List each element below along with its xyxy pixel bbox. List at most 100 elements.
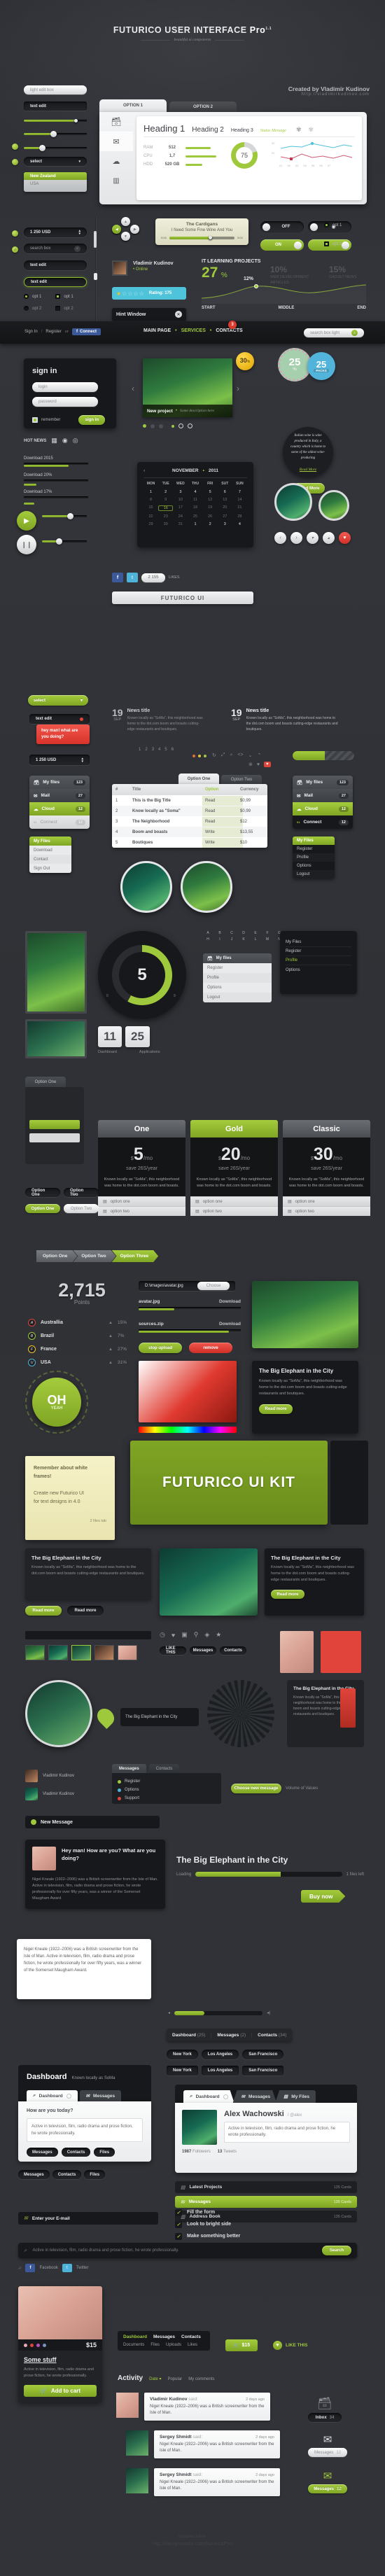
tab-messages[interactable]: ✉ Messages	[79, 2090, 122, 2101]
twitter-icon[interactable]: t	[62, 2264, 72, 2272]
stepper-handle-icon[interactable]	[12, 230, 18, 237]
calendar-day[interactable]: 18	[188, 505, 202, 511]
files-button[interactable]: Files	[94, 2148, 115, 2157]
tab-option-2[interactable]: OPTION 2	[169, 102, 237, 112]
sun-icon[interactable]: ✾	[309, 126, 314, 134]
menu-item-profile[interactable]: Profile	[203, 973, 272, 983]
subtab-likes[interactable]: Likes	[188, 2343, 197, 2347]
rss-icon[interactable]: ▦	[51, 437, 57, 444]
menu-item-connect[interactable]: 01 Connect 12	[29, 816, 90, 829]
filter-popular[interactable]: Popular	[168, 2377, 183, 2381]
points-row[interactable]: B Brazil ▲ 7%	[28, 1329, 133, 1343]
stepper-arrows-icon[interactable]: ▴ ▾	[78, 230, 80, 236]
player-progress[interactable]	[169, 235, 235, 239]
close-icon[interactable]: ✕	[175, 311, 182, 318]
calendar-day[interactable]: 26	[203, 514, 218, 519]
city-tag[interactable]: San Francisco	[242, 2066, 284, 2076]
calendar-day[interactable]: 29	[144, 522, 158, 526]
calendar-prev-icon[interactable]: ‹	[144, 468, 145, 473]
calendar-day[interactable]: 15	[144, 505, 158, 511]
pricing-tab-one[interactable]: Option One	[25, 1077, 66, 1087]
chart-icon[interactable]: ▥	[99, 171, 133, 190]
hint-window[interactable]: Hint Window ✕	[112, 308, 186, 321]
calendar-day[interactable]: 28	[232, 514, 247, 519]
heart-icon[interactable]: ♥	[257, 762, 260, 767]
twitter-icon[interactable]: t	[127, 573, 138, 582]
plan-feature[interactable]: ▤ option two	[190, 1206, 278, 1216]
refresh-icon[interactable]: ↻	[212, 752, 216, 758]
buy-now-button[interactable]: Buy now	[301, 1890, 345, 1903]
calendar-day[interactable]: 7	[232, 490, 247, 494]
col-title[interactable]: Title	[132, 788, 205, 792]
pricing-side-row[interactable]	[29, 1133, 80, 1142]
scrollbar-thumb-1[interactable]	[94, 231, 97, 248]
login-input[interactable]: login	[32, 382, 98, 392]
share-button[interactable]: Messages	[190, 1646, 216, 1655]
currency-stepper-2[interactable]: 1 250 USD ▴ ▾	[29, 755, 90, 765]
calendar-day-selected[interactable]: 16	[158, 505, 174, 511]
swatch[interactable]	[43, 2343, 46, 2347]
dropdown-item[interactable]: My Files	[293, 836, 335, 845]
calendar-day[interactable]: 6	[218, 490, 232, 494]
city-tag[interactable]: Los Angeles	[201, 2050, 239, 2059]
settings-gear-icon[interactable]: ✾	[296, 126, 302, 134]
code-icon[interactable]: <>	[237, 752, 243, 758]
upload-action[interactable]: Download	[219, 1299, 241, 1304]
read-more-button-2[interactable]: Read more	[25, 1606, 62, 1616]
menu-item-mail[interactable]: ✉ Mail 27	[293, 789, 353, 802]
chip-contacts[interactable]: Contacts	[52, 2170, 82, 2179]
city-tag[interactable]: New York	[167, 2050, 198, 2059]
slider-2[interactable]	[24, 131, 87, 137]
plan-feature[interactable]: ▤ option two	[98, 1206, 186, 1216]
list-item[interactable]: ▤ Latest Projects 135 Cards	[175, 2181, 357, 2193]
password-input[interactable]: password	[32, 397, 98, 407]
plan-feature[interactable]: ▤ option one	[98, 1196, 186, 1206]
hue-slider[interactable]	[139, 1427, 237, 1433]
dropdown-item[interactable]: Contact	[29, 855, 71, 864]
tab-dashboard[interactable]: Dashboard (25)	[167, 2032, 212, 2038]
table-row[interactable]: 3 The Neighborhood Read $12	[112, 816, 267, 827]
green-select[interactable]: select ▾	[28, 695, 88, 706]
menu-item-logout[interactable]: Logout	[203, 993, 272, 1002]
search-box[interactable]: search box ⌕	[24, 244, 87, 253]
select-dropdown[interactable]: select ▾	[24, 157, 87, 166]
dropdown-item[interactable]: My Files	[29, 836, 71, 846]
calendar-day[interactable]: 27	[218, 514, 232, 519]
nav-panel-item[interactable]: Options	[118, 1786, 216, 1794]
dashboard-reply[interactable]: Active in television, film, radio drama …	[27, 2118, 143, 2142]
remove-button[interactable]: remove	[189, 1343, 232, 1353]
calendar-day[interactable]: 24	[173, 514, 188, 519]
dropdown-item[interactable]: Sign Out	[29, 864, 71, 873]
mini-nav-messages[interactable]: Messages	[112, 1764, 146, 1773]
checklist-item[interactable]: ✓ Fill the form	[175, 2206, 240, 2218]
breadcrumb-step-2[interactable]: Option Two	[73, 1250, 115, 1262]
thumbnail[interactable]	[48, 1645, 68, 1660]
chevron-up-icon[interactable]: ⌃	[257, 752, 261, 758]
dropdown-item[interactable]: Profile	[293, 853, 335, 862]
menu-item-cloud[interactable]: ☁ Cloud 12	[293, 802, 353, 816]
nav-main-page[interactable]: MAIN PAGE	[144, 328, 171, 333]
contacts-button[interactable]: Contacts	[220, 1646, 246, 1655]
star-icon[interactable]: ★	[216, 1631, 221, 1639]
calendar-day[interactable]: 3	[218, 522, 232, 526]
rating-widget[interactable]: ★☆☆☆☆ Rating: 175	[112, 287, 186, 300]
like-button[interactable]: LIKE THIS	[160, 1646, 186, 1655]
swatch[interactable]	[24, 2343, 27, 2347]
gallery-next-icon[interactable]: ›	[237, 384, 239, 393]
player-volume[interactable]	[42, 538, 87, 545]
search-button[interactable]: Search	[322, 2246, 351, 2255]
menu-item-options[interactable]: Options	[203, 983, 272, 993]
select-handle-icon[interactable]	[12, 159, 18, 165]
inbox-badge[interactable]: Inbox 34	[308, 2413, 342, 2422]
calendar-day[interactable]: 1	[188, 522, 202, 526]
radio-opt-1[interactable]: opt 1	[24, 294, 41, 299]
add-to-cart-button[interactable]: 🛒 Add to cart	[24, 2385, 97, 2397]
calendar-day[interactable]: 8	[144, 498, 158, 502]
search-icon[interactable]: ⌕	[351, 330, 358, 336]
volume-slider-row[interactable]: ◂ ◂|	[168, 2010, 270, 2015]
cloud-icon[interactable]: ☁	[99, 151, 133, 171]
gallery-prev-icon[interactable]: ‹	[132, 384, 134, 393]
navbar-search[interactable]: search box light ⌕	[304, 328, 364, 337]
mail-icon[interactable]: ✉	[99, 132, 133, 151]
next-icon[interactable]: ›	[290, 532, 302, 544]
